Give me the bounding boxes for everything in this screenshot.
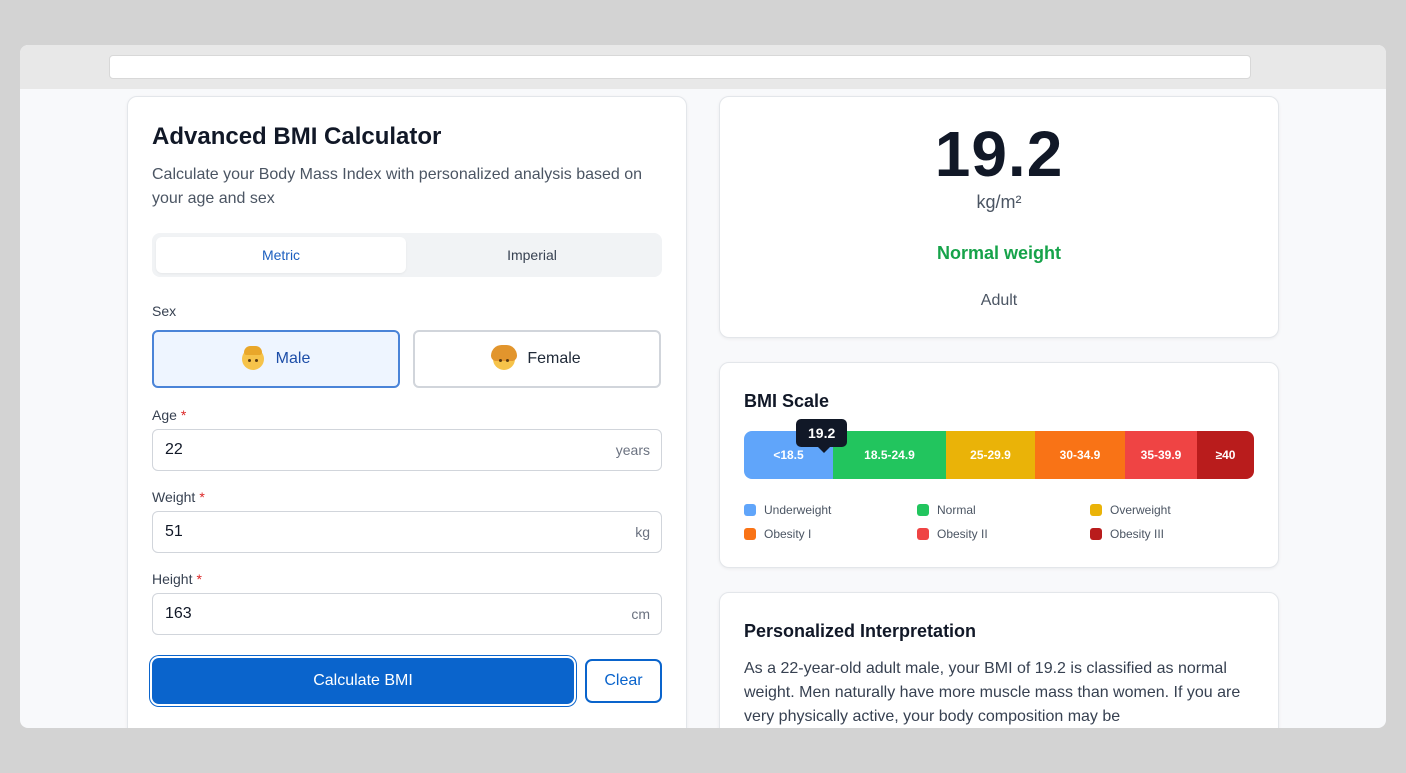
height-input[interactable] — [165, 594, 585, 634]
scale-segment-normal: 18.5-24.9 — [833, 431, 946, 479]
clear-button[interactable]: Clear — [585, 659, 662, 703]
man-emoji-icon — [241, 346, 264, 370]
page-title: Advanced BMI Calculator — [152, 123, 442, 150]
sex-female-button[interactable]: Female — [413, 330, 661, 388]
weight-label: Weight * — [152, 489, 205, 505]
tab-metric[interactable]: Metric — [156, 237, 406, 273]
legend-item-normal: Normal — [917, 503, 1090, 517]
weight-unit: kg — [635, 524, 650, 540]
legend-item-underweight: Underweight — [744, 503, 917, 517]
interpretation-title: Personalized Interpretation — [744, 621, 977, 641]
weight-input[interactable] — [165, 512, 585, 552]
age-input[interactable] — [165, 430, 585, 470]
calculate-bmi-button[interactable]: Calculate BMI — [152, 658, 574, 704]
tab-imperial[interactable]: Imperial — [407, 237, 657, 273]
weight-field: kg — [152, 511, 662, 553]
bmi-age-group: Adult — [980, 292, 1018, 309]
calculator-card: Advanced BMI Calculator Calculate your B… — [127, 96, 687, 728]
sex-male-label: Male — [275, 350, 311, 367]
scale-segment-obesity-3: ≥40 — [1197, 431, 1254, 479]
bmi-scale-card: BMI Scale <18.5 18.5-24.9 25-29.9 30-34.… — [719, 362, 1279, 568]
bmi-marker: 19.2 — [796, 419, 848, 453]
browser-window: Advanced BMI Calculator Calculate your B… — [20, 45, 1386, 728]
result-card: 19.2 kg/m² Normal weight Adult — [719, 96, 1279, 338]
bmi-value: 19.2 — [934, 118, 1064, 190]
legend-swatch — [744, 528, 756, 540]
scale-segment-overweight: 25-29.9 — [946, 431, 1035, 479]
interpretation-card: Personalized Interpretation As a 22-year… — [719, 592, 1279, 728]
legend-swatch — [1090, 504, 1102, 516]
legend-swatch — [744, 504, 756, 516]
age-unit: years — [615, 442, 650, 458]
scale-title: BMI Scale — [744, 391, 830, 411]
scale-legend: Underweight Normal Overweight Obesity I … — [744, 503, 1264, 541]
legend-item-obesity-1: Obesity I — [744, 527, 917, 541]
sex-male-button[interactable]: Male — [152, 330, 400, 388]
height-label: Height * — [152, 571, 202, 587]
unit-toggle: Metric Imperial — [152, 233, 662, 277]
legend-item-overweight: Overweight — [1090, 503, 1263, 517]
scale-segment-obesity-2: 35-39.9 — [1125, 431, 1197, 479]
legend-item-obesity-3: Obesity III — [1090, 527, 1263, 541]
age-field: years — [152, 429, 662, 471]
required-mark: * — [180, 407, 187, 423]
height-unit: cm — [631, 606, 650, 622]
required-mark: * — [196, 571, 202, 587]
interpretation-text: As a 22-year-old adult male, your BMI of… — [744, 660, 1241, 725]
bmi-category: Normal weight — [936, 243, 1061, 263]
sex-label: Sex — [152, 303, 177, 319]
woman-emoji-icon — [491, 345, 518, 370]
age-label: Age * — [152, 407, 187, 423]
bmi-unit: kg/m² — [976, 192, 1022, 212]
page-subtitle: Calculate your Body Mass Index with pers… — [152, 166, 643, 207]
legend-item-obesity-2: Obesity II — [917, 527, 1090, 541]
legend-swatch — [1090, 528, 1102, 540]
scale-segment-obesity-1: 30-34.9 — [1035, 431, 1125, 479]
height-field: cm — [152, 593, 662, 635]
legend-swatch — [917, 528, 929, 540]
required-mark: * — [199, 489, 205, 505]
legend-swatch — [917, 504, 929, 516]
address-bar[interactable] — [109, 55, 1251, 79]
browser-toolbar — [20, 45, 1386, 89]
sex-female-label: Female — [527, 350, 581, 367]
